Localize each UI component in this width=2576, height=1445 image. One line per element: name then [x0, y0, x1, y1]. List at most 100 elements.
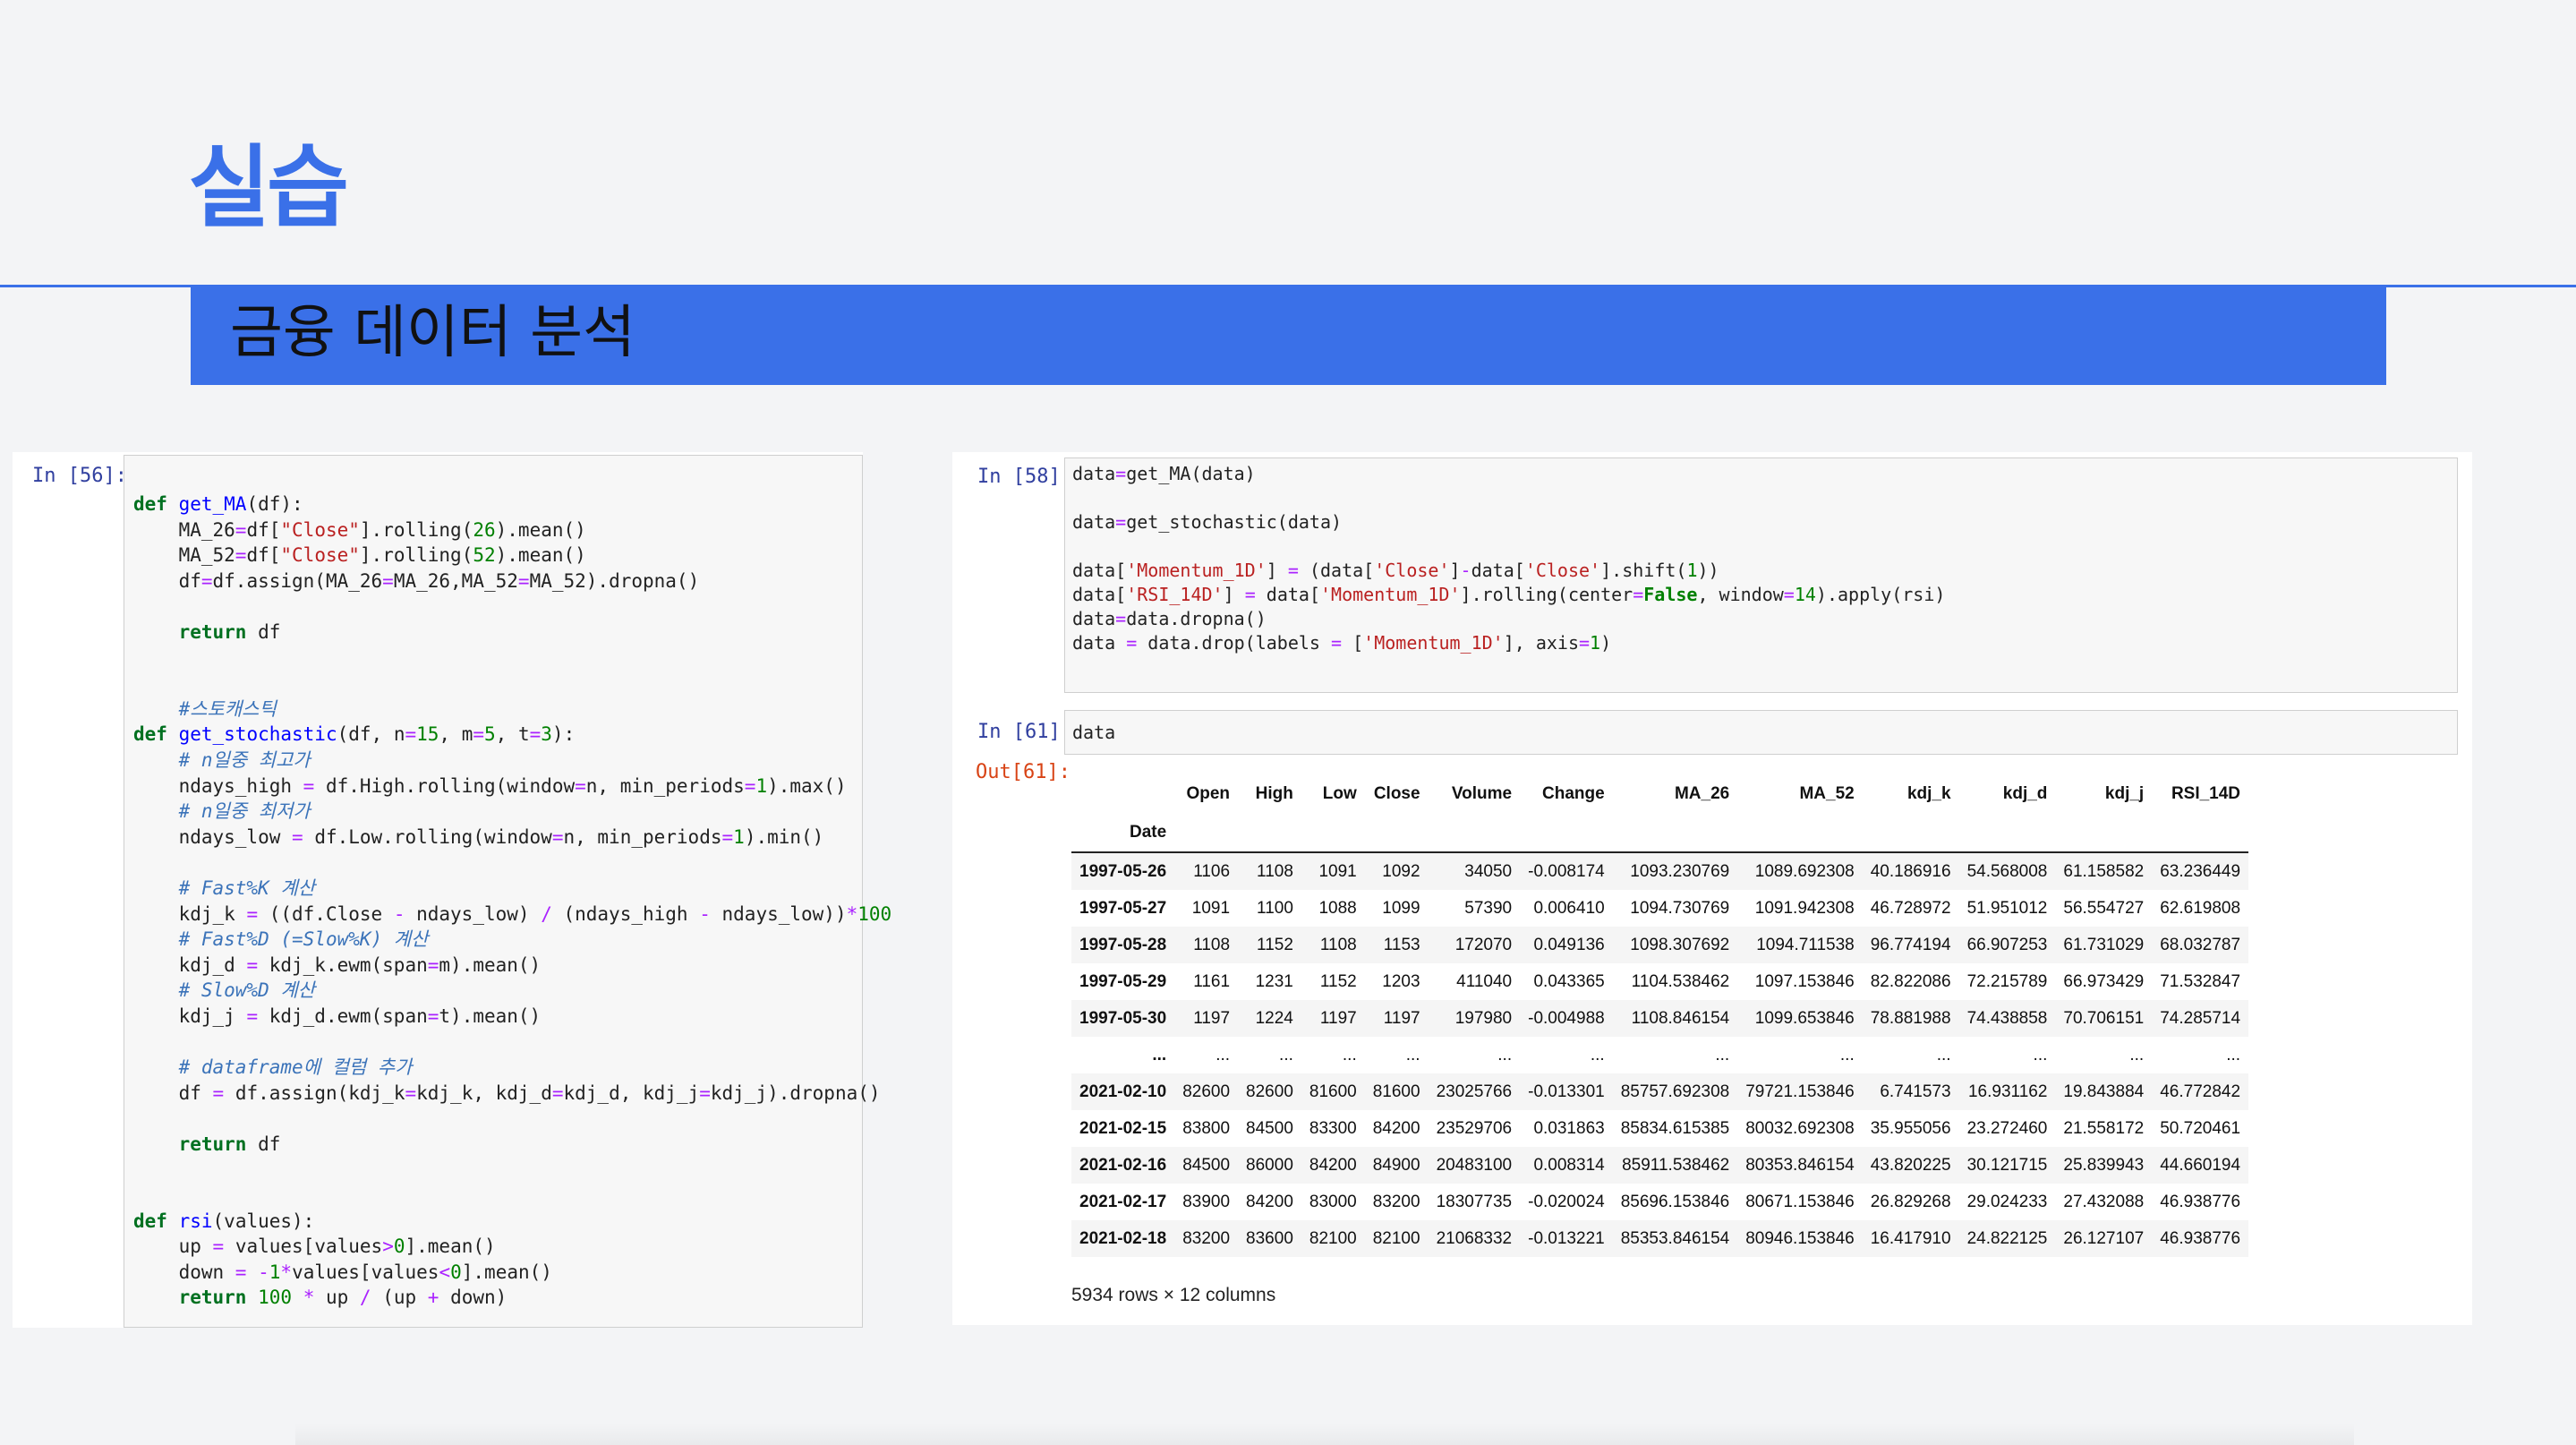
dataframe-index-filler — [1428, 814, 1521, 853]
dataframe-index-cell: 2021-02-10 — [1079, 1082, 1167, 1101]
dataframe-cell: 1099.653846 — [1754, 1008, 1855, 1028]
dataframe-output-table: Open High Low Close Volume Change MA_26 MA_52 kd… — [1071, 774, 2249, 1257]
dataframe-cell: 46.728972 — [1870, 898, 1951, 918]
right-code-cell-1[interactable]: data=get_MA(data) data=get_stochastic(da… — [1064, 457, 2458, 693]
dataframe-cell: 0.008314 — [1533, 1155, 1605, 1175]
dataframe-cell: ... — [1497, 1045, 1513, 1065]
dataframe-cell: 83200 — [1182, 1228, 1231, 1248]
dataframe-index-filler — [1612, 814, 1738, 853]
dataframe-cell: 84200 — [1246, 1192, 1293, 1211]
dataframe-index-cell: 2021-02-16 — [1079, 1155, 1167, 1175]
table-row: 2021-02-18 83200 83600 82100 82100 21068332 -0… — [1071, 1220, 2249, 1257]
dataframe-cell: 35.955056 — [1870, 1118, 1951, 1138]
dataframe-column-header: High — [1255, 784, 1293, 803]
right-cell-2-prompt: In [61]: — [977, 721, 1072, 743]
dataframe-cell: 86000 — [1246, 1155, 1293, 1175]
dataframe-cell: 23529706 — [1436, 1118, 1513, 1138]
dataframe-cell: 72.215789 — [1966, 971, 2048, 991]
dataframe-shape-text: 5934 rows × 12 columns — [1071, 1285, 1276, 1305]
dataframe-cell: 1092 — [1382, 861, 1420, 881]
dataframe-cell: 25.839943 — [2063, 1155, 2145, 1175]
dataframe-index-cell: 2021-02-15 — [1079, 1118, 1167, 1138]
dataframe-cell: 18307735 — [1436, 1192, 1513, 1211]
dataframe-cell: 50.720461 — [2160, 1118, 2241, 1138]
dataframe-cell: 57390 — [1464, 898, 1513, 918]
dataframe-cell: 1104.538462 — [1631, 971, 1730, 991]
dataframe-cell: 40.186916 — [1870, 861, 1951, 881]
dataframe-cell: 1108 — [1257, 861, 1293, 881]
dataframe-cell: 0.031863 — [1533, 1118, 1605, 1138]
dataframe-cell: 71.532847 — [2160, 971, 2241, 991]
dataframe-cell: 80671.153846 — [1745, 1192, 1855, 1211]
table-row: 1997-05-28 1108 1152 1108 1153 172070 0.049136… — [1071, 927, 2249, 963]
dataframe-cell: 66.973429 — [2063, 971, 2145, 991]
dataframe-cell: 80032.692308 — [1745, 1118, 1855, 1138]
dataframe-cell: 1203 — [1382, 971, 1420, 991]
dataframe-cell: -0.013221 — [1528, 1228, 1605, 1248]
dataframe-cell: ... — [1279, 1045, 1293, 1065]
dataframe-cell: 1089.692308 — [1754, 861, 1855, 881]
dataframe-cell: -0.008174 — [1528, 861, 1605, 881]
dataframe-cell: 1108 — [1193, 935, 1231, 954]
dataframe-cell: 20483100 — [1436, 1155, 1513, 1175]
dataframe-cell: ... — [2226, 1045, 2241, 1065]
dataframe-index-cell: ... — [1152, 1045, 1167, 1065]
dataframe-cell: 83900 — [1182, 1192, 1231, 1211]
dataframe-cell: 27.432088 — [2063, 1192, 2145, 1211]
dataframe-cell: 1153 — [1383, 935, 1420, 954]
dataframe-cell: 1099 — [1382, 898, 1420, 918]
dataframe-cell: 83200 — [1372, 1192, 1420, 1211]
dataframe-cell: 1108.846154 — [1631, 1008, 1730, 1028]
dataframe-cell: 26.127107 — [2063, 1228, 2145, 1248]
dataframe-cell: 1152 — [1257, 935, 1293, 954]
dataframe-cell: 83800 — [1182, 1118, 1231, 1138]
dataframe-cell: 172070 — [1454, 935, 1513, 954]
dataframe-column-header: Volume — [1451, 784, 1513, 803]
subtitle-text: 금융 데이터 분석 — [230, 300, 635, 366]
dataframe-index-filler — [2055, 814, 2153, 853]
table-row: 1997-05-29 1161 1231 1152 1203 411040 0.043365… — [1071, 963, 2248, 1000]
dataframe-cell: 46.938776 — [2160, 1192, 2241, 1211]
dataframe-cell: ... — [1405, 1045, 1420, 1065]
dataframe-cell: 411040 — [1456, 971, 1513, 991]
dataframe-cell: 1161 — [1193, 971, 1231, 991]
dataframe-cell: 84200 — [1309, 1155, 1357, 1175]
dataframe-column-header: kdj_d — [2002, 784, 2048, 803]
dataframe-cell: 80353.846154 — [1745, 1155, 1855, 1175]
dataframe-cell: 1224 — [1255, 1008, 1293, 1028]
dataframe-index-filler — [1364, 814, 1429, 853]
dataframe-cell: 85757.692308 — [1620, 1082, 1730, 1101]
dataframe-cell: ... — [1215, 1045, 1231, 1065]
dataframe-cell: 1088 — [1318, 898, 1357, 918]
dataframe-index-filler — [1737, 814, 1863, 853]
table-row: 1997-05-27 1091 1100 1088 1099 57390 0.006410 1… — [1071, 890, 2248, 927]
dataframe-cell: 44.660194 — [2160, 1155, 2241, 1175]
dataframe-cell: 84200 — [1372, 1118, 1420, 1138]
dataframe-cell: 16.931162 — [1967, 1082, 2048, 1101]
dataframe-column-header: RSI_14D — [2171, 784, 2241, 803]
subtitle-banner: 금융 데이터 분석 — [191, 286, 2386, 385]
dataframe-index-filler — [1238, 814, 1301, 853]
dataframe-cell: 78.881988 — [1870, 1008, 1951, 1028]
dataframe-cell: 26.829268 — [1870, 1192, 1951, 1211]
dataframe-cell: 46.772842 — [2160, 1082, 2241, 1101]
dataframe-cell: 30.121715 — [1966, 1155, 2048, 1175]
dataframe-cell: 0.043365 — [1533, 971, 1605, 991]
dataframe-cell: 82100 — [1309, 1228, 1357, 1248]
dataframe-cell: ... — [1342, 1045, 1357, 1065]
right-code-cell-2[interactable]: data — [1064, 710, 2458, 755]
dataframe-index-cell: 1997-05-27 — [1079, 898, 1167, 918]
table-row: 2021-02-15 83800 84500 83300 84200 23529706 0.… — [1071, 1110, 2248, 1147]
dataframe-index-header-row: Date — [1071, 814, 2249, 853]
dataframe-cell: 62.619808 — [2160, 898, 2241, 918]
left-cell-prompt: In [56]: — [32, 465, 127, 487]
dataframe-cell: 1091 — [1191, 898, 1231, 918]
dataframe-cell: 85834.615385 — [1620, 1118, 1730, 1138]
dataframe-column-header: kdj_j — [2104, 784, 2145, 803]
dataframe-cell: 54.568008 — [1966, 861, 2048, 881]
dataframe-cell: 1098.307692 — [1630, 935, 1730, 954]
dataframe-cell: ... — [1936, 1045, 1951, 1065]
dataframe-column-header: MA_52 — [1799, 784, 1855, 803]
left-code-cell[interactable]: def get_MA(df): MA_26=df["Close"].rollin… — [124, 455, 891, 1328]
dataframe-index-filler — [1174, 814, 1239, 853]
